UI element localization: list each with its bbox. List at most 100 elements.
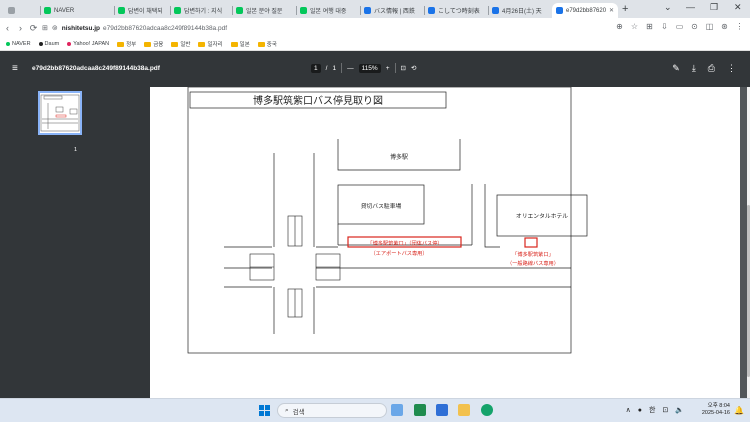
- tab-answer-write[interactable]: 답변하기 : 지식: [170, 3, 232, 18]
- taskbar-search-placeholder: 검색: [292, 408, 305, 416]
- bookmark-folder-japan[interactable]: 일본: [230, 40, 250, 48]
- naver-favicon-icon: [300, 7, 307, 14]
- page-separator: /: [325, 64, 328, 72]
- site-info-icon[interactable]: ⊞: [42, 24, 48, 32]
- tab-label: こしてつ時刻表: [438, 9, 480, 15]
- map-title: 博多駅筑紫口バス停見取り図: [253, 94, 383, 107]
- restore-button[interactable]: ❐: [710, 2, 718, 13]
- print-icon[interactable]: ⎙: [708, 63, 715, 74]
- parking-label: 貸切バス駐車場: [361, 202, 402, 210]
- lens-icon[interactable]: ⊙: [690, 22, 699, 31]
- page-total: 1: [332, 64, 337, 72]
- pdf-download-icon[interactable]: ⤓: [692, 63, 696, 74]
- tab-pinned[interactable]: [4, 3, 34, 18]
- reload-button[interactable]: ⟳: [28, 23, 39, 34]
- yahoo-icon: [67, 42, 72, 46]
- bookmark-folder-government[interactable]: 정부: [117, 40, 136, 48]
- file-explorer-icon[interactable]: [458, 404, 470, 416]
- address-site: nishitetsu.jp: [61, 24, 101, 32]
- naver-favicon-icon: [174, 7, 181, 14]
- volume-icon[interactable]: 🔈: [675, 406, 684, 414]
- thumbnail-preview: [40, 94, 80, 132]
- nishitetsu-favicon-icon: [428, 7, 435, 14]
- fit-page-icon[interactable]: ⊡: [401, 64, 406, 72]
- ime-indicator[interactable]: 한: [649, 405, 655, 415]
- nishitetsu-favicon-icon: [556, 7, 563, 14]
- minimize-button[interactable]: —: [686, 2, 695, 12]
- tab-label: 답변하기 : 지식: [184, 9, 223, 15]
- back-button[interactable]: ‹: [2, 23, 13, 33]
- pdf-more-icon[interactable]: ⋮: [727, 63, 736, 74]
- tab-japan-questions[interactable]: 일본 분야 질문: [232, 3, 296, 18]
- download-icon[interactable]: ⇩: [660, 22, 669, 31]
- excel-icon[interactable]: [414, 404, 426, 416]
- rotate-icon[interactable]: ⟲: [411, 64, 416, 72]
- tab-label: 4月26日(土) 天: [502, 9, 542, 15]
- pdf-page-controls: 1 / 1 — 115% + ⊡ ⟲: [311, 63, 416, 73]
- divider: [341, 63, 343, 73]
- forward-button[interactable]: ›: [15, 23, 26, 33]
- start-button[interactable]: [259, 405, 270, 416]
- notification-icon[interactable]: 🔔: [734, 406, 744, 415]
- taskview-icon[interactable]: [391, 404, 403, 416]
- record-icon[interactable]: ●: [638, 407, 642, 414]
- bookmark-folder-china[interactable]: 중국: [257, 40, 277, 48]
- chrome-icon[interactable]: [481, 404, 493, 416]
- close-window-button[interactable]: ✕: [734, 2, 742, 13]
- cast-icon[interactable]: ▭: [675, 22, 684, 31]
- tab-japan-transit[interactable]: 일본 여행 대중: [296, 3, 360, 18]
- pdf-menu-icon[interactable]: ≡: [12, 63, 18, 74]
- pdf-right-actions: ✎ ⤓ ⎙ ⋮: [672, 63, 736, 74]
- profile-icon[interactable]: ⊛: [720, 22, 729, 31]
- display-icon[interactable]: ⊡: [662, 406, 668, 414]
- split-view-icon[interactable]: ◫: [705, 22, 714, 31]
- store-icon[interactable]: [436, 404, 448, 416]
- zoom-in-button[interactable]: +: [386, 65, 390, 72]
- zoom-icon[interactable]: ⊕: [615, 22, 624, 31]
- windows-taskbar: ⌕ 검색 ∧ ● 한 ⊡ 🔈 오후 8:04 2025-04-16 🔔: [0, 398, 750, 422]
- clock-date: 2025-04-16: [701, 410, 730, 416]
- browser-menu-icon[interactable]: ⋮: [735, 22, 744, 31]
- taskbar-search[interactable]: ⌕ 검색: [277, 403, 387, 418]
- hotel-label: オリエンタルホテル: [516, 212, 568, 220]
- tab-naver[interactable]: NAVER: [40, 3, 114, 18]
- bookmark-folder-general[interactable]: 일반: [171, 40, 190, 48]
- tab-label: バス情報 | 西鉄: [374, 9, 415, 15]
- bookmark-naver[interactable]: NAVER: [6, 41, 31, 47]
- zoom-input[interactable]: 115%: [358, 63, 381, 73]
- toolbar-right-icons: ⊕ ☆ ⊞ ⇩ ▭ ⊙ ◫ ⊛ ⋮: [615, 22, 744, 31]
- page-thumbnail[interactable]: [38, 91, 82, 135]
- bookmark-daum[interactable]: Daum: [38, 41, 59, 47]
- tab-search-icon[interactable]: ⌄: [664, 2, 672, 13]
- tab-strip: NAVER 답변이 채택되 답변하기 : 지식 일본 분야 질문 일본 여행 대…: [0, 0, 750, 18]
- tab-close-icon[interactable]: ✕: [609, 7, 614, 14]
- address-bar[interactable]: ⊞ ⊚ nishitetsu.jp e79d2bb87620adcaa8c249…: [42, 21, 642, 35]
- divider: [394, 63, 396, 73]
- annotate-icon[interactable]: ✎: [672, 63, 680, 74]
- page-number-input[interactable]: 1: [311, 63, 321, 73]
- bookmark-yahoo-japan[interactable]: Yahoo! JAPAN: [67, 41, 109, 47]
- tab-label: NAVER: [54, 7, 75, 14]
- zoom-out-button[interactable]: —: [347, 65, 354, 72]
- new-tab-button[interactable]: +: [622, 3, 628, 16]
- naver-favicon-icon: [118, 7, 125, 14]
- naver-icon: [6, 42, 10, 46]
- tab-answer-selected[interactable]: 답변이 채택되: [114, 3, 170, 18]
- bus-stop-1-note: （エアポートバス専用）: [370, 249, 427, 257]
- pdf-viewer[interactable]: 博多駅筑紫口バス停見取り図 博多駅 貸切バス駐車場 オリエンタルホテル 「博多駅…: [150, 87, 747, 398]
- taskbar-clock[interactable]: 오후 8:04 2025-04-16: [702, 403, 730, 417]
- bookmark-folder-finance[interactable]: 금융: [144, 40, 163, 48]
- tab-weather[interactable]: 4月26日(土) 天: [488, 3, 552, 18]
- bookmark-star-icon[interactable]: ☆: [630, 22, 639, 31]
- tab-label: 일본 분야 질문: [246, 9, 283, 15]
- tab-pdf-active[interactable]: e79d2bb87620 ✕: [552, 3, 618, 18]
- bookmark-folder-jobs[interactable]: 일자리: [198, 40, 223, 48]
- folder-icon: [171, 41, 179, 47]
- bus-stop-2-marker: [524, 237, 538, 248]
- lock-icon: ⊚: [51, 25, 58, 32]
- tab-timetable[interactable]: こしてつ時刻表: [424, 3, 488, 18]
- tray-overflow-icon[interactable]: ∧: [626, 406, 631, 414]
- tab-bus-info[interactable]: バス情報 | 西鉄: [360, 3, 424, 18]
- extensions-icon[interactable]: ⊞: [645, 22, 654, 31]
- tab-label: 일본 여행 대중: [310, 9, 347, 15]
